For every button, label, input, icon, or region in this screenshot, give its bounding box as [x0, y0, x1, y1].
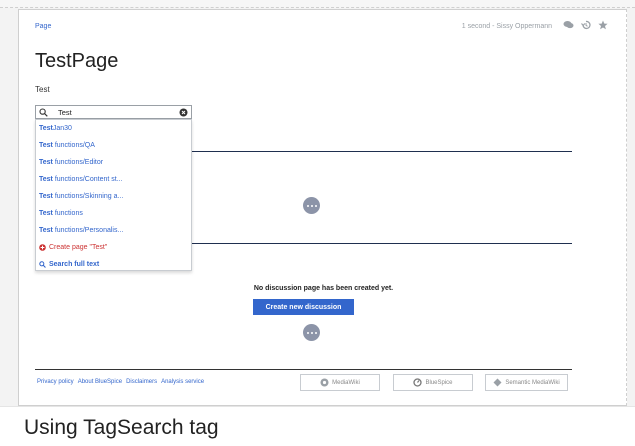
footer-link-about[interactable]: About BlueSpice [78, 379, 122, 385]
match-text: Test [39, 159, 53, 166]
mediawiki-icon [320, 378, 329, 387]
suggestion-rest: functions/Editor [52, 159, 104, 166]
match-text: Test [39, 176, 53, 183]
suggestion-rest: Jan30 [52, 125, 72, 132]
clear-icon[interactable] [179, 108, 188, 117]
search-icon[interactable] [39, 108, 48, 117]
suggestion-item[interactable]: Test functions/Content st... [36, 171, 191, 188]
match-text: Test [39, 125, 53, 132]
footer-link-privacy[interactable]: Privacy policy [37, 379, 74, 385]
search-icon [39, 261, 46, 268]
match-text: Test [39, 193, 53, 200]
no-discussion-message: No discussion page has been created yet. [253, 285, 394, 292]
semantic-mediawiki-badge-label: Semantic MediaWiki [505, 379, 560, 386]
suggestion-item[interactable]: Test functions/QA [36, 137, 191, 154]
suggestion-rest: functions/QA [52, 142, 95, 149]
suggestion-rest: functions/Personalis... [52, 227, 124, 234]
semantic-mediawiki-badge[interactable]: Semantic MediaWiki [485, 374, 568, 391]
footer-divider [35, 369, 572, 370]
suggestion-item[interactable]: TestJan30 [36, 120, 191, 137]
search-input[interactable] [58, 107, 168, 117]
caption-text: Using TagSearch tag [24, 416, 219, 439]
search-full-text-option[interactable]: Search full text [36, 256, 191, 273]
bluespice-badge[interactable]: BlueSpice [393, 374, 473, 391]
more-dots-icon[interactable] [303, 324, 320, 341]
outer-frame-top [0, 0, 635, 8]
last-edit-meta[interactable]: 1 second - Sissy Oppermann [462, 23, 552, 30]
search-full-text-label: Search full text [49, 261, 100, 268]
bluespice-badge-label: BlueSpice [425, 379, 453, 386]
suggestion-rest: functions/Skinning a... [52, 193, 124, 200]
semantic-mediawiki-icon [493, 378, 502, 387]
suggestion-item[interactable]: Test functions/Editor [36, 154, 191, 171]
page-topbar: Page 1 second - Sissy Oppermann [35, 20, 616, 36]
footer-link-disclaimers[interactable]: Disclaimers [126, 379, 157, 385]
page-text: Test [35, 85, 50, 94]
suggestion-item[interactable]: Test functions [36, 205, 191, 222]
page-title: TestPage [35, 50, 119, 72]
mediawiki-badge-label: MediaWiki [332, 379, 360, 386]
plus-circle-icon [39, 244, 46, 251]
match-text: Test [39, 142, 53, 149]
match-text: Test [39, 227, 53, 234]
page-link[interactable]: Page [35, 23, 51, 30]
match-text: Test [39, 210, 53, 217]
suggestion-item[interactable]: Test functions/Skinning a... [36, 188, 191, 205]
more-dots-icon[interactable] [303, 197, 320, 214]
page-actions [563, 20, 608, 30]
create-page-option[interactable]: Create page "Test" [36, 239, 191, 256]
create-discussion-button[interactable]: Create new discussion [253, 299, 354, 315]
search-suggestions: TestJan30 Test functions/QA Test functio… [35, 119, 192, 271]
wiki-page-frame: Page 1 second - Sissy Oppermann TestPage… [18, 9, 627, 406]
suggestion-rest: functions/Content st... [52, 176, 123, 183]
star-icon[interactable] [598, 20, 608, 30]
bluespice-icon [413, 378, 423, 387]
suggestion-item[interactable]: Test functions/Personalis... [36, 222, 191, 239]
mediawiki-badge[interactable]: MediaWiki [300, 374, 380, 391]
footer-links: Privacy policy About BlueSpice Disclaime… [37, 379, 204, 385]
suggestion-rest: functions [52, 210, 83, 217]
discussion-icon[interactable] [563, 20, 574, 30]
tag-search-box[interactable] [35, 105, 192, 119]
history-icon[interactable] [581, 20, 591, 30]
create-page-label: Create page "Test" [49, 244, 108, 251]
footer-link-analysis[interactable]: Analysis service [161, 379, 204, 385]
caption-bar: Using TagSearch tag [0, 406, 635, 446]
